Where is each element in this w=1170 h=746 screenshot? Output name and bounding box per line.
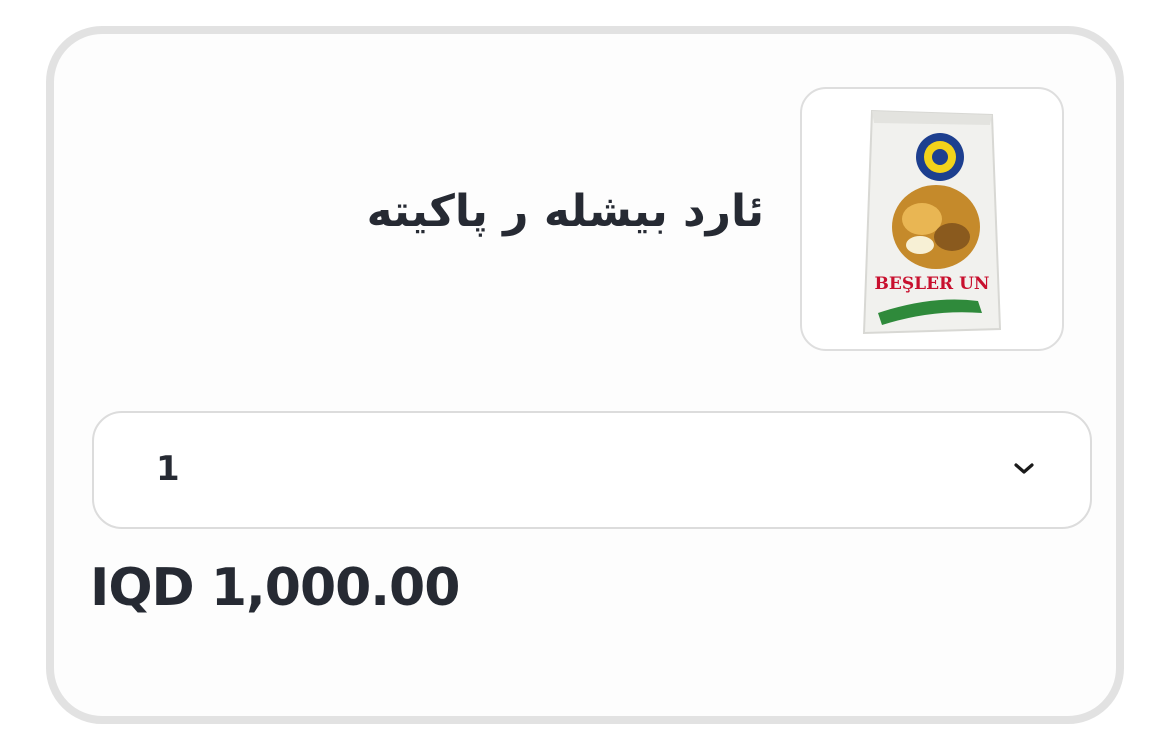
brand-text: BEŞLER UN	[875, 274, 990, 294]
quantity-value: 1	[156, 449, 180, 489]
quantity-select[interactable]: 1	[92, 411, 1092, 529]
product-title: ئارد بیشله ر پاکیته	[366, 186, 764, 237]
flour-bag-illustration: BEŞLER UN	[862, 109, 1002, 335]
product-price: IQD 1,000.00	[90, 558, 460, 618]
product-card: ئارد بیشله ر پاکیته BEŞLER UN 1 IQD 1,00…	[46, 26, 1124, 724]
chevron-down-icon	[1014, 463, 1034, 474]
product-image[interactable]: BEŞLER UN	[800, 87, 1064, 351]
